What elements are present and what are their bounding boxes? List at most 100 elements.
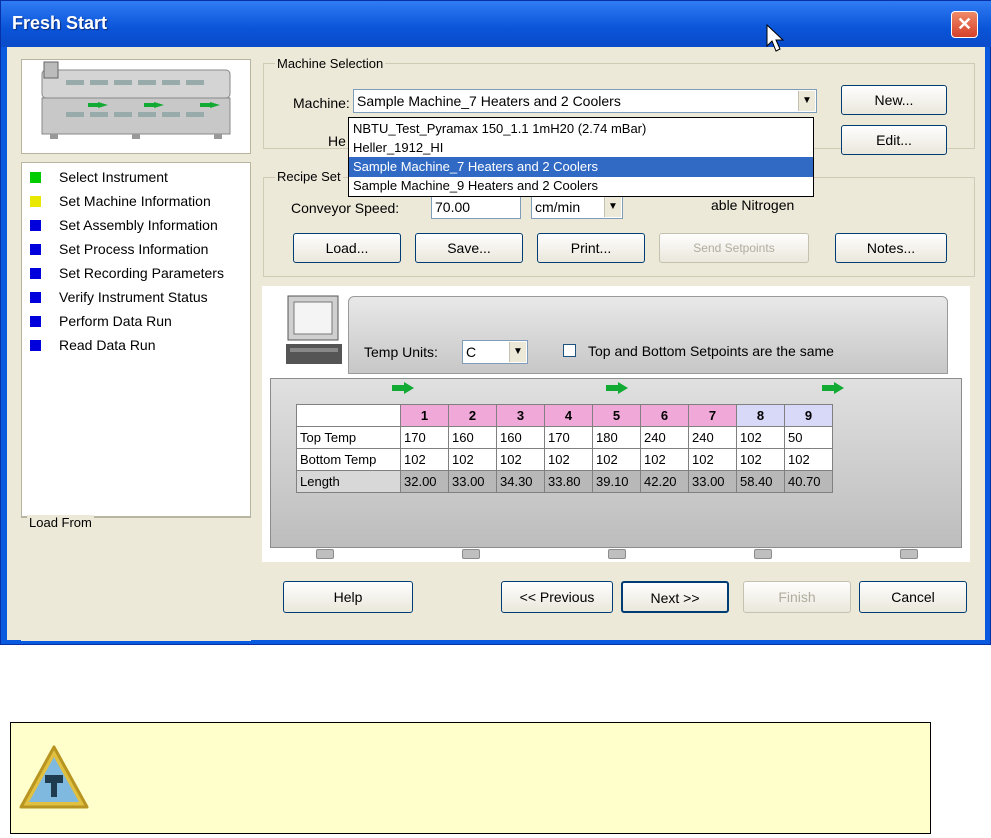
oven-foot (316, 549, 334, 559)
step-label: Verify Instrument Status (59, 289, 208, 305)
zone-header: 4 (544, 404, 593, 427)
step-status-icon (30, 268, 41, 279)
previous-button[interactable]: << Previous (501, 581, 613, 613)
bottom-temp-cell[interactable]: 102 (592, 448, 641, 471)
machine-select[interactable]: Sample Machine_7 Heaters and 2 Coolers ▼ (353, 89, 817, 113)
green-arrow-icon (606, 382, 628, 394)
computer-icon (286, 295, 342, 364)
chevron-down-icon[interactable]: ▼ (604, 197, 621, 217)
title-bar[interactable]: Fresh Start ✕ (1, 1, 991, 47)
chevron-down-icon[interactable]: ▼ (509, 342, 526, 362)
machine-picture (21, 59, 251, 154)
new-machine-button[interactable]: New... (841, 85, 947, 115)
recipe-setup-label: Recipe Set (275, 169, 343, 184)
length-cell: 39.10 (592, 470, 641, 493)
top-temp-cell[interactable]: 160 (496, 426, 545, 449)
length-cell: 40.70 (784, 470, 833, 493)
notes-button[interactable]: Notes... (835, 233, 947, 263)
step-status-icon (30, 196, 41, 207)
bottom-temp-cell[interactable]: 102 (400, 448, 449, 471)
load-recipe-button[interactable]: Load... (293, 233, 401, 263)
machine-option-selected[interactable]: Sample Machine_7 Heaters and 2 Coolers (349, 157, 813, 177)
chevron-down-icon[interactable]: ▼ (798, 91, 815, 111)
bottom-temp-cell[interactable]: 102 (640, 448, 689, 471)
top-temp-cell[interactable]: 240 (688, 426, 737, 449)
send-setpoints-button[interactable]: Send Setpoints (659, 233, 809, 263)
caution-icon (19, 745, 89, 809)
length-cell: 33.80 (544, 470, 593, 493)
machine-select-value: Sample Machine_7 Heaters and 2 Coolers (357, 93, 621, 109)
green-arrow-icon (822, 382, 844, 394)
zone-header: 1 (400, 404, 449, 427)
length-cell: 42.20 (640, 470, 689, 493)
machine-option[interactable]: Sample Machine_9 Heaters and 2 Coolers (349, 176, 813, 196)
oven-foot (462, 549, 480, 559)
same-setpoints-checkbox[interactable] (563, 344, 576, 357)
next-button[interactable]: Next >> (621, 581, 729, 613)
bottom-temp-cell[interactable]: 102 (784, 448, 833, 471)
bottom-temp-cell[interactable]: 102 (496, 448, 545, 471)
oven-hood (348, 296, 948, 374)
conveyor-units-value: cm/min (535, 199, 581, 215)
row-label: Length (296, 470, 401, 493)
print-recipe-button[interactable]: Print... (537, 233, 645, 263)
step-label: Select Instrument (59, 169, 168, 185)
conveyor-units-select[interactable]: cm/min ▼ (531, 195, 623, 219)
close-icon: ✕ (956, 14, 973, 34)
conveyor-speed-value: 70.00 (435, 199, 471, 215)
step-label: Set Assembly Information (59, 217, 218, 233)
bottom-temp-cell[interactable]: 102 (688, 448, 737, 471)
zone-header: 3 (496, 404, 545, 427)
step-label: Set Machine Information (59, 193, 211, 209)
green-arrow-icon (392, 382, 414, 394)
heater-label: He (328, 133, 346, 149)
length-row: Length 32.00 33.00 34.30 33.80 39.10 42.… (296, 470, 833, 493)
bottom-temp-cell[interactable]: 102 (544, 448, 593, 471)
load-from-group (21, 517, 251, 641)
zone-setpoint-table: 1 2 3 4 5 6 7 8 9 Top Temp 170 160 160 1… (296, 404, 833, 493)
finish-button[interactable]: Finish (743, 581, 851, 613)
top-temp-row: Top Temp 170 160 160 170 180 240 240 102… (296, 426, 833, 449)
length-cell: 32.00 (400, 470, 449, 493)
cancel-button[interactable]: Cancel (859, 581, 967, 613)
step-label: Read Data Run (59, 337, 156, 353)
temp-units-label: Temp Units: (364, 344, 438, 360)
top-temp-cell[interactable]: 102 (736, 426, 785, 449)
bottom-temp-cell[interactable]: 102 (736, 448, 785, 471)
conveyor-speed-input[interactable]: 70.00 (431, 195, 521, 219)
window-title: Fresh Start (12, 13, 108, 33)
step-status-icon (30, 220, 41, 231)
edit-machine-button[interactable]: Edit... (841, 125, 947, 155)
machine-option[interactable]: NBTU_Test_Pyramax 150_1.1 1mH20 (2.74 mB… (349, 119, 813, 139)
step-status-icon (30, 292, 41, 303)
top-temp-cell[interactable]: 240 (640, 426, 689, 449)
close-button[interactable]: ✕ (951, 11, 978, 38)
length-cell: 34.30 (496, 470, 545, 493)
row-label: Top Temp (296, 426, 401, 449)
machine-dropdown-list[interactable]: NBTU_Test_Pyramax 150_1.1 1mH20 (2.74 mB… (348, 117, 814, 197)
same-setpoints-label: Top and Bottom Setpoints are the same (588, 343, 834, 359)
step-status-icon (30, 316, 41, 327)
length-cell: 58.40 (736, 470, 785, 493)
zone-header: 8 (736, 404, 785, 427)
top-temp-cell[interactable]: 170 (544, 426, 593, 449)
step-status-icon (30, 340, 41, 351)
machine-option[interactable]: Heller_1912_HI (349, 138, 813, 158)
temp-units-select[interactable]: C ▼ (462, 340, 528, 364)
step-label: Perform Data Run (59, 313, 172, 329)
zone-header: 6 (640, 404, 689, 427)
wizard-steps: Select Instrument Set Machine Informatio… (21, 162, 251, 517)
bottom-temp-cell[interactable]: 102 (448, 448, 497, 471)
top-temp-cell[interactable]: 180 (592, 426, 641, 449)
top-temp-cell[interactable]: 170 (400, 426, 449, 449)
zone-header-corner (296, 404, 401, 427)
zone-header-row: 1 2 3 4 5 6 7 8 9 (296, 404, 833, 427)
top-temp-cell[interactable]: 160 (448, 426, 497, 449)
machine-label: Machine: (293, 95, 350, 111)
save-recipe-button[interactable]: Save... (415, 233, 523, 263)
help-button[interactable]: Help (283, 581, 413, 613)
zone-header: 9 (784, 404, 833, 427)
top-temp-cell[interactable]: 50 (784, 426, 833, 449)
oven-foot (754, 549, 772, 559)
temp-units-value: C (466, 344, 477, 360)
